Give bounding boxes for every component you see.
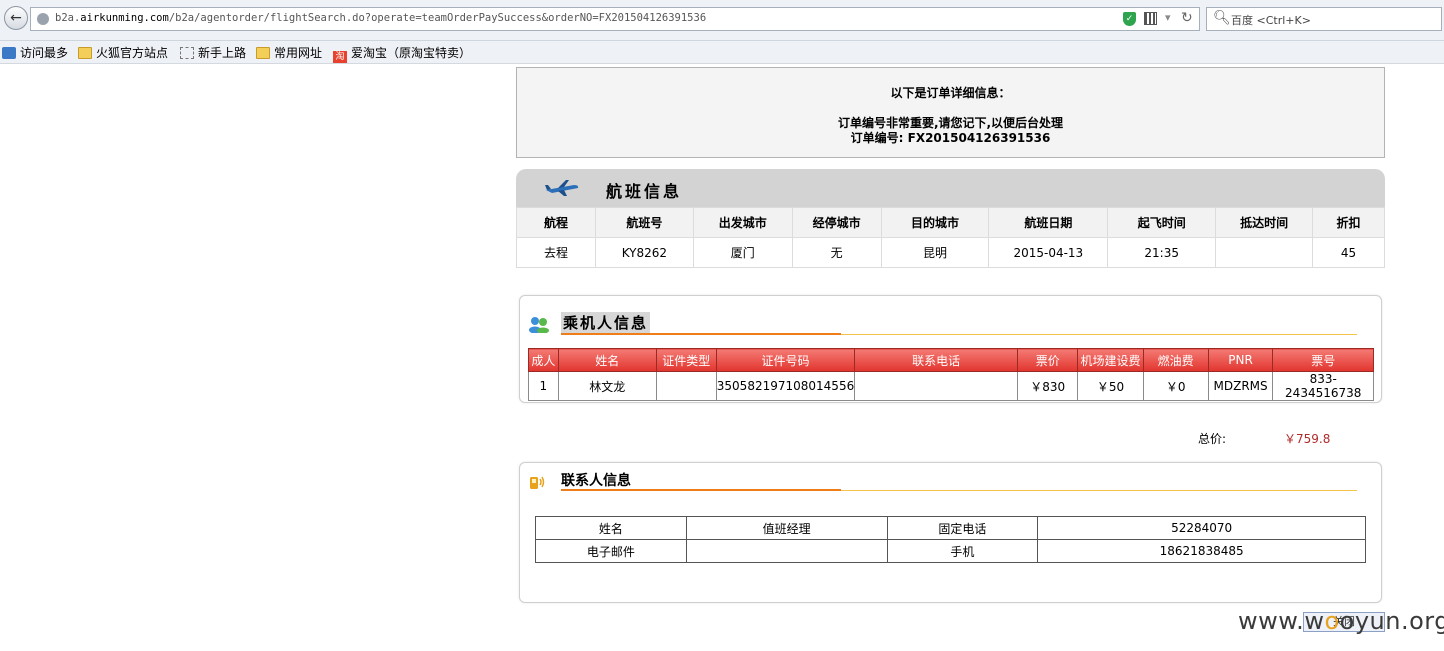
page-icon xyxy=(180,47,194,59)
shield-icon[interactable]: ✓ xyxy=(1123,12,1136,26)
passenger-cell: ￥830 xyxy=(1016,371,1079,401)
bookmark-getting-started[interactable]: 新手上路 xyxy=(180,44,246,61)
most-visited-icon xyxy=(2,47,16,59)
passenger-header-cell: 票号 xyxy=(1272,348,1374,372)
contact-cell: 电子邮件 xyxy=(535,539,687,563)
passenger-header-cell: 联系电话 xyxy=(854,348,1018,372)
contact-row: 姓名 值班经理 固定电话 52284070 xyxy=(535,516,1366,540)
passenger-cell: MDZRMS xyxy=(1207,371,1274,401)
passenger-cell: 350582197108014556 xyxy=(715,371,856,401)
contact-cell: 固定电话 xyxy=(886,516,1039,540)
passenger-section-title: 乘机人信息 xyxy=(561,312,651,333)
flight-header-cell: 航班日期 xyxy=(988,207,1109,238)
watermark: www.wooyun.org xyxy=(1238,607,1444,635)
passenger-header-cell: 成人 xyxy=(528,348,559,372)
folder-icon xyxy=(256,47,270,59)
flight-row: 去程 KY8262 厦门无昆明 2015-04-13 21:35 45 xyxy=(516,237,1385,268)
flight-cell xyxy=(1215,237,1314,268)
airplane-icon xyxy=(545,180,579,196)
flight-header-cell: 起飞时间 xyxy=(1107,207,1217,238)
flight-cell: 昆明 xyxy=(880,237,990,268)
contact-cell: 值班经理 xyxy=(685,516,888,540)
url-text: b2a.airkunming.com/b2a/agentorder/flight… xyxy=(55,12,707,24)
total-price-label: 总价: xyxy=(1198,432,1227,446)
passenger-header-cell: 票价 xyxy=(1016,348,1079,372)
bookmark-aitaobao[interactable]: 淘爱淘宝（原淘宝特卖） xyxy=(333,44,471,63)
flight-cell: 21:35 xyxy=(1107,237,1217,268)
passenger-header-cell: PNR xyxy=(1207,348,1274,372)
flight-header-cell: 目的城市 xyxy=(880,207,990,238)
flight-section-title: 航班信息 xyxy=(606,182,683,201)
contact-section-title: 联系人信息 xyxy=(561,473,631,489)
bookmark-firefox-site[interactable]: 火狐官方站点 xyxy=(78,44,168,61)
search-icon: 🔍︎ xyxy=(1213,10,1231,26)
contact-table: 姓名 值班经理 固定电话 52284070 电子邮件 手机 18621838485 xyxy=(535,516,1366,563)
chevron-down-icon[interactable]: ▾ xyxy=(1165,11,1171,24)
passenger-header-row: 成人 姓名 证件类型 证件号码 联系电话 票价 机场建设费 燃油费 PNR 票号 xyxy=(528,348,1374,372)
qr-code-icon[interactable] xyxy=(1144,12,1157,25)
passenger-cell: ￥50 xyxy=(1077,371,1144,401)
globe-icon xyxy=(37,13,49,25)
people-icon xyxy=(529,317,549,333)
flight-cell: 45 xyxy=(1312,237,1385,268)
passenger-header-cell: 证件类型 xyxy=(655,348,717,372)
reload-icon[interactable]: ↻ xyxy=(1181,10,1193,26)
passenger-cell: ￥0 xyxy=(1142,371,1209,401)
bookmark-common-sites[interactable]: 常用网址 xyxy=(256,44,322,61)
contact-cell xyxy=(685,539,888,563)
flight-header-cell: 抵达时间 xyxy=(1215,207,1314,238)
flight-table: 航程 航班号 出发城市 经停城市 目的城市 航班日期 起飞时间 抵达时间 折扣 去程 KY8262… xyxy=(516,207,1385,268)
passenger-cell: 林文龙 xyxy=(557,371,657,401)
flight-header-cell: 折扣 xyxy=(1312,207,1385,238)
passenger-header-cell: 机场建设费 xyxy=(1077,348,1144,372)
contact-cell: 52284070 xyxy=(1037,516,1366,540)
contact-row: 电子邮件 手机 18621838485 xyxy=(535,539,1366,563)
search-placeholder: 百度 <Ctrl+K> xyxy=(1231,14,1311,27)
contact-cell: 姓名 xyxy=(535,516,687,540)
browser-toolbar: ← b2a.airkunming.com/b2a/agentorder/flig… xyxy=(0,0,1444,41)
url-bar[interactable]: b2a.airkunming.com/b2a/agentorder/flight… xyxy=(30,7,1200,31)
passenger-cell: 833-2434516738 xyxy=(1272,371,1374,401)
flight-cell: 2015-04-13 xyxy=(988,237,1109,268)
phone-icon xyxy=(530,476,545,489)
passenger-table: 成人 姓名 证件类型 证件号码 联系电话 票价 机场建设费 燃油费 PNR 票号 1 林文龙 3505… xyxy=(528,348,1374,401)
order-heading: 以下是订单详细信息： xyxy=(890,86,1011,100)
passenger-cell: 1 xyxy=(528,371,559,401)
bookmarks-bar: 访问最多 火狐官方站点 新手上路 常用网址 淘爱淘宝（原淘宝特卖） xyxy=(0,41,1444,64)
flight-header-cell: 航程 xyxy=(516,207,596,238)
passenger-header-cell: 证件号码 xyxy=(715,348,856,372)
title-underline xyxy=(561,489,1357,491)
passenger-cell xyxy=(854,371,1018,401)
back-button[interactable]: ← xyxy=(4,6,28,30)
flight-header-row: 航程 航班号 出发城市 经停城市 目的城市 航班日期 起飞时间 抵达时间 折扣 xyxy=(516,207,1385,238)
passenger-panel: 乘机人信息 成人 姓名 证件类型 证件号码 联系电话 票价 机场建设费 燃油费 PNR 票号 1林… xyxy=(519,295,1382,403)
order-number: 订单编号: FX201504126391536 xyxy=(850,131,1051,145)
title-underline xyxy=(561,333,1357,335)
taobao-icon: 淘 xyxy=(333,51,347,63)
flight-header-cell: 航班号 xyxy=(594,207,694,238)
passenger-header-cell: 姓名 xyxy=(557,348,657,372)
flight-cell: 去程 xyxy=(516,237,596,268)
flight-header-cell: 出发城市 xyxy=(692,207,793,238)
total-price-value: ￥759.8 xyxy=(1284,432,1331,446)
folder-icon xyxy=(78,47,92,59)
flight-header-cell: 经停城市 xyxy=(791,207,882,238)
flight-section-header: 航班信息 xyxy=(516,169,1385,207)
back-arrow-icon: ← xyxy=(10,10,22,26)
passenger-header-cell: 燃油费 xyxy=(1142,348,1209,372)
flight-cell: 厦门 xyxy=(692,237,793,268)
search-input[interactable]: 🔍︎ 百度 <Ctrl+K> xyxy=(1206,7,1442,31)
contact-cell: 手机 xyxy=(886,539,1039,563)
passenger-row: 1 林文龙 350582197108014556 ￥830 ￥50 ￥0 MDZRMS 833… xyxy=(528,371,1374,401)
order-info-box: 以下是订单详细信息： 订单编号非常重要,请您记下,以便后台处理 订单编号: FX… xyxy=(516,67,1385,158)
contact-panel: 联系人信息 姓名 值班经理 固定电话 52284070 电子邮件 手机 1862183848… xyxy=(519,462,1382,603)
flight-cell: KY8262 xyxy=(594,237,694,268)
passenger-cell xyxy=(655,371,717,401)
bookmark-most-visited[interactable]: 访问最多 xyxy=(2,44,68,61)
contact-cell: 18621838485 xyxy=(1037,539,1366,563)
flight-cell: 无 xyxy=(791,237,882,268)
